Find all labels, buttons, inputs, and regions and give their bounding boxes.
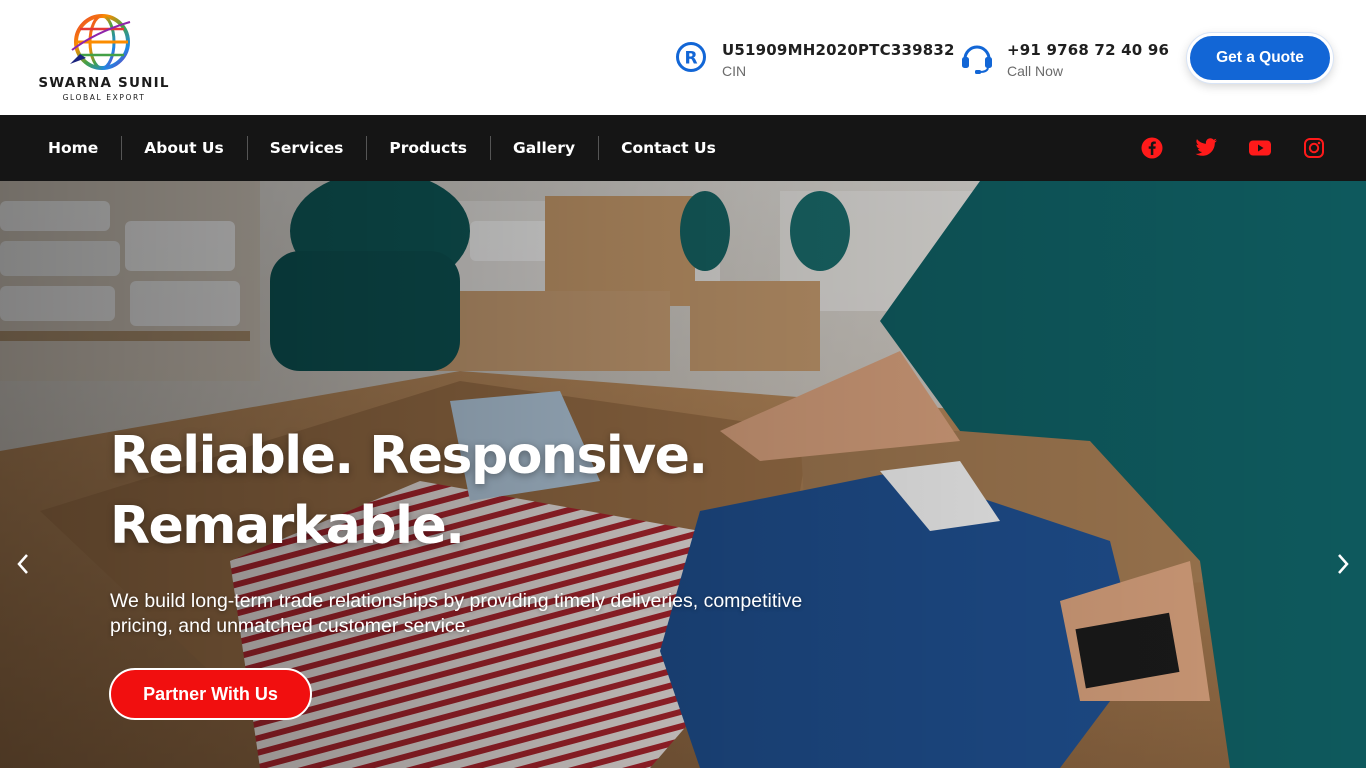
nav-about-us[interactable]: About Us [121,136,246,160]
cin-label: CIN [722,63,747,79]
brand-name: SWARNA SUNIL [38,75,170,91]
nav-contact-us[interactable]: Contact Us [598,136,739,160]
hero-heading-line1: Reliable. Responsive. [110,426,708,486]
brand-logo[interactable]: SWARNA SUNIL GLOBAL EXPORT [34,10,174,105]
chevron-right-icon [1338,554,1349,574]
phone-number[interactable]: +91 9768 72 40 96 [1007,41,1169,59]
phone-info[interactable]: +91 9768 72 40 96 Call Now [960,40,1170,80]
nav-products[interactable]: Products [366,136,490,160]
call-now-label: Call Now [1007,63,1064,79]
nav-services[interactable]: Services [246,136,367,160]
headset-icon [962,45,992,74]
facebook-icon[interactable] [1140,136,1164,160]
chevron-left-icon [17,554,28,574]
svg-text:R: R [684,49,697,69]
hero-slider: Reliable. Responsive. Remarkable. We bui… [0,181,1366,768]
hero-heading: Reliable. Responsive. Remarkable. [110,421,790,561]
hero-description: We build long-term trade relationships b… [110,590,803,637]
slider-next-arrow[interactable] [1330,551,1356,577]
nav-gallery[interactable]: Gallery [489,136,598,160]
social-links [1140,136,1326,160]
instagram-icon[interactable] [1302,136,1326,160]
slider-prev-arrow[interactable] [10,551,36,577]
globe-logo-icon [70,14,131,70]
nav-menu: Home About Us Services Products Gallery … [25,115,739,181]
hero-heading-line2: Remarkable. [110,496,465,556]
get-a-quote-button[interactable]: Get a Quote [1187,33,1333,83]
main-nav: Home About Us Services Products Gallery … [0,115,1366,181]
nav-home[interactable]: Home [25,136,121,160]
cin-number: U51909MH2020PTC339832 [722,41,955,59]
youtube-icon[interactable] [1248,136,1272,160]
twitter-icon[interactable] [1194,136,1218,160]
registered-icon: R [676,42,706,72]
site-header: SWARNA SUNIL GLOBAL EXPORT R U51909MH202… [0,0,1366,115]
partner-with-us-button[interactable]: Partner With Us [109,668,312,720]
cin-info: R U51909MH2020PTC339832 CIN [675,40,955,80]
brand-tagline: GLOBAL EXPORT [62,93,146,102]
